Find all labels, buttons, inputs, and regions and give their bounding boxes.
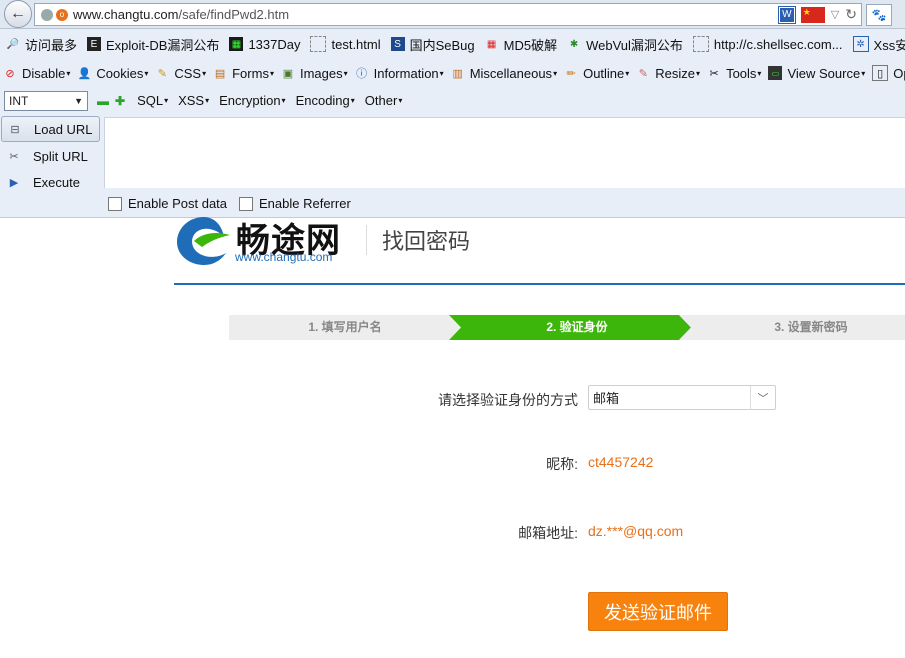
webdev-menu-forms[interactable]: ▤ Forms ▾ bbox=[213, 66, 274, 81]
bookmark-item[interactable]: S 国内SeBug bbox=[390, 35, 475, 54]
step-1-label: 1. 填写用户名 bbox=[308, 320, 382, 334]
chevron-down-icon: ﹀ bbox=[750, 386, 775, 409]
resize-icon: ✎ bbox=[638, 67, 648, 80]
verify-method-value: 邮箱 bbox=[593, 391, 620, 406]
exploitdb-icon: E bbox=[87, 37, 102, 51]
changtu-logo-icon bbox=[177, 217, 230, 265]
bookmark-item[interactable]: 🔎 访问最多 bbox=[6, 35, 77, 54]
magnifier-icon: 🔎 bbox=[6, 38, 20, 50]
hackbar-menu-encryption[interactable]: Encryption ▾ bbox=[219, 93, 285, 108]
enable-referrer-checkbox[interactable]: Enable Referrer bbox=[239, 196, 351, 211]
hackbar-side-buttons: ⊟ Load URL ✂ Split URL ▶ Execute bbox=[0, 114, 102, 196]
load-icon: ⊟ bbox=[10, 123, 20, 136]
checkbox-box bbox=[239, 196, 253, 211]
site-favicon-icon: o bbox=[56, 8, 68, 21]
grid-icon: ▦ bbox=[486, 38, 497, 50]
enable-post-checkbox[interactable]: Enable Post data bbox=[108, 196, 227, 211]
search-engine-icon[interactable]: 🐾 bbox=[866, 4, 892, 26]
webdev-menu-resize[interactable]: ✎ Resize ▾ bbox=[636, 66, 700, 81]
reload-icon[interactable]: ↻ bbox=[845, 6, 857, 23]
step-progress: 1. 填写用户名 2. 验证身份 3. 设置新密码 bbox=[229, 315, 905, 340]
hackbar-menu-other[interactable]: Other ▾ bbox=[365, 93, 403, 108]
checkbox-box bbox=[108, 196, 122, 211]
header-rule bbox=[174, 283, 905, 285]
hackbar-panel: ⊟ Load URL ✂ Split URL ▶ Execute Enable Pos… bbox=[0, 114, 905, 218]
verify-method-select[interactable]: 邮箱 ﹀ bbox=[588, 385, 776, 410]
bookmark-item[interactable]: http://c.shellsec.com... bbox=[692, 36, 843, 52]
hackbar-menu-encoding[interactable]: Encoding ▾ bbox=[296, 93, 355, 108]
webdev-menu-view-source[interactable]: ▭ View Source ▾ bbox=[768, 66, 865, 81]
blank-page-icon bbox=[310, 36, 327, 52]
bookmark-item[interactable]: ▦ 1337Day bbox=[229, 37, 300, 52]
images-icon: ▣ bbox=[282, 67, 294, 80]
webdev-menu-outline[interactable]: ✏ Outline ▾ bbox=[564, 66, 629, 81]
hackbar-type-select[interactable]: INT ▼ bbox=[4, 90, 88, 111]
step-2-label: 2. 验证身份 bbox=[546, 320, 608, 334]
webdev-menu-miscellaneous[interactable]: ▥ Miscellaneous ▾ bbox=[451, 66, 557, 81]
css-icon: ✎ bbox=[157, 67, 167, 80]
brand-url: www.changtu.com bbox=[235, 250, 333, 264]
tools-icon: ✂ bbox=[709, 67, 719, 80]
bookmark-item[interactable]: test.html bbox=[310, 36, 381, 52]
misc-icon: ▥ bbox=[452, 67, 463, 80]
blank-page-icon bbox=[692, 36, 709, 52]
webdev-menu-information[interactable]: ⓘ Information ▾ bbox=[355, 66, 444, 81]
bookmark-item[interactable]: ✲Xss安全测试 bbox=[852, 35, 905, 54]
hackbar-menu-sql[interactable]: SQL ▾ bbox=[137, 93, 168, 108]
plus-icon[interactable]: ✚ bbox=[115, 94, 125, 108]
nickname-value: ct4457242 bbox=[588, 454, 654, 470]
url-text: www.changtu.com/safe/findPwd2.htm bbox=[73, 7, 290, 22]
china-flag-icon[interactable]: ★ bbox=[800, 6, 825, 23]
email-value: dz.***@qq.com bbox=[588, 523, 684, 539]
xss-icon: ✲ bbox=[852, 36, 869, 52]
minus-icon[interactable]: ▬ bbox=[97, 94, 109, 108]
1337day-icon: ▦ bbox=[229, 37, 244, 51]
web-developer-toolbar: ⊘ Disable ▾ 👤 Cookies ▾ ✎ CSS ▾ ▤ Forms ▾ ▣ Image… bbox=[0, 59, 905, 87]
bookmark-item[interactable]: ✱ WebVul漏洞公布 bbox=[567, 35, 683, 54]
url-input[interactable]: o www.changtu.com/safe/findPwd2.htm W ★ … bbox=[34, 3, 862, 26]
webdev-menu-tools[interactable]: ✂ Tools ▾ bbox=[707, 66, 761, 81]
step-3-label: 3. 设置新密码 bbox=[774, 320, 848, 334]
hackbar-url-textarea[interactable] bbox=[104, 117, 905, 188]
options-icon: ▯ bbox=[872, 65, 889, 81]
webdev-menu-css[interactable]: ✎ CSS ▾ bbox=[155, 66, 206, 81]
header-divider bbox=[366, 225, 367, 255]
load-url-button[interactable]: ⊟ Load URL bbox=[1, 116, 100, 142]
forms-icon: ▤ bbox=[214, 67, 226, 80]
execute-button[interactable]: ▶ Execute bbox=[1, 170, 100, 194]
word-icon[interactable]: W bbox=[777, 5, 796, 24]
chevron-down-icon: ▼ bbox=[74, 95, 83, 106]
bookmark-item[interactable]: E Exploit-DB漏洞公布 bbox=[87, 35, 219, 54]
back-button[interactable]: ← bbox=[4, 0, 32, 28]
split-url-button[interactable]: ✂ Split URL bbox=[1, 144, 100, 168]
outline-icon: ✏ bbox=[566, 67, 576, 80]
webdev-menu-disable[interactable]: ⊘ Disable ▾ bbox=[3, 66, 70, 81]
bookmarks-bar: 🔎 访问最多 E Exploit-DB漏洞公布 ▦ 1337Day test.html… bbox=[0, 29, 905, 59]
disable-icon: ⊘ bbox=[5, 67, 15, 80]
verify-method-label: 请选择验证身份的方式 bbox=[438, 392, 578, 408]
view-source-icon: ▭ bbox=[768, 66, 783, 80]
globe-icon bbox=[41, 8, 53, 21]
bug-icon: ✱ bbox=[569, 38, 579, 50]
nickname-label: 昵称: bbox=[546, 456, 578, 472]
hackbar-menu-xss[interactable]: XSS ▾ bbox=[178, 93, 209, 108]
webdev-menu-cookies[interactable]: 👤 Cookies ▾ bbox=[77, 66, 149, 81]
webdev-menu-images[interactable]: ▣ Images ▾ bbox=[281, 66, 348, 81]
cookies-icon: 👤 bbox=[77, 67, 92, 80]
email-label: 邮箱地址: bbox=[518, 525, 578, 541]
play-icon: ▶ bbox=[9, 176, 19, 189]
sebug-icon: S bbox=[390, 37, 405, 51]
dropdown-icon[interactable]: ▽ bbox=[831, 8, 839, 21]
info-icon: ⓘ bbox=[356, 68, 368, 80]
page-title: 找回密码 bbox=[382, 229, 471, 254]
send-verification-email-button[interactable]: 发送验证邮件 bbox=[588, 592, 728, 631]
hackbar-menu-row: INT ▼ ▬ ✚ SQL ▾ XSS ▾ Encryption ▾ Encoding ▾… bbox=[0, 87, 905, 114]
bookmark-item[interactable]: ▦ MD5破解 bbox=[485, 35, 557, 54]
webdev-menu-options[interactable]: ▯Op bbox=[872, 65, 905, 81]
scissors-icon: ✂ bbox=[9, 150, 19, 163]
address-bar-row: ← o www.changtu.com/safe/findPwd2.htm W … bbox=[0, 0, 905, 29]
